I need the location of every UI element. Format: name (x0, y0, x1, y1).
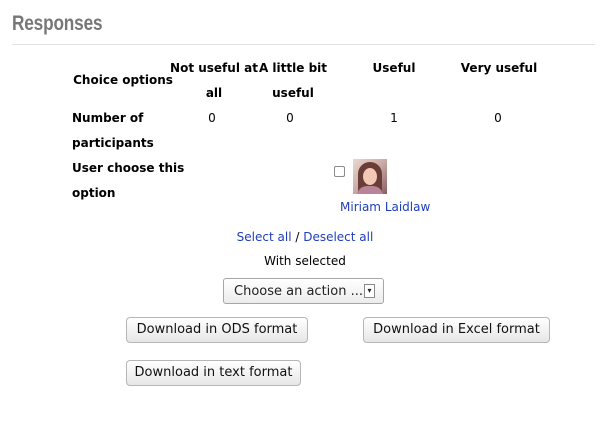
select-separator: / (291, 230, 304, 244)
select-links-row: Select all / Deselect all (0, 230, 610, 244)
user-name-link[interactable]: Miriam Laidlaw (340, 200, 430, 214)
heading-divider (12, 44, 595, 45)
participants-count-4: 0 (494, 111, 502, 125)
download-ods-button[interactable]: Download in ODS format (126, 317, 308, 343)
avatar-shirt (357, 186, 383, 194)
action-select-value: Choose an action ... (234, 284, 364, 299)
header-choice-options: Choice options (73, 73, 173, 87)
participants-count-2: 0 (286, 111, 294, 125)
row-label-participants-line2: participants (72, 136, 154, 150)
download-text-button[interactable]: Download in text format (126, 360, 301, 386)
header-col-2-line2: useful (272, 86, 314, 100)
header-col-4: Very useful (460, 61, 538, 75)
action-select[interactable]: Choose an action ... ▾ (223, 278, 384, 304)
row-label-user-line2: option (72, 186, 116, 200)
select-all-link[interactable]: Select all (237, 230, 292, 244)
header-col-3: Useful (372, 61, 416, 75)
with-selected-label: With selected (264, 254, 346, 268)
participants-count-3: 1 (390, 111, 398, 125)
avatar-face (363, 168, 377, 185)
row-label-user-line1: User choose this (72, 161, 185, 175)
header-col-1-line1: Not useful at (170, 61, 258, 75)
header-col-1-line2: all (205, 86, 223, 100)
dropdown-arrow-icon: ▾ (364, 284, 375, 298)
avatar[interactable] (353, 159, 387, 194)
row-label-participants-line1: Number of (72, 111, 144, 125)
download-excel-button[interactable]: Download in Excel format (363, 317, 550, 343)
user-select-checkbox[interactable] (334, 166, 345, 177)
responses-page: Responses Choice options Not useful at a… (0, 0, 610, 423)
header-col-2-line1: A little bit (258, 61, 328, 75)
deselect-all-link[interactable]: Deselect all (303, 230, 373, 244)
participants-count-1: 0 (208, 111, 216, 125)
section-heading: Responses (12, 12, 103, 35)
